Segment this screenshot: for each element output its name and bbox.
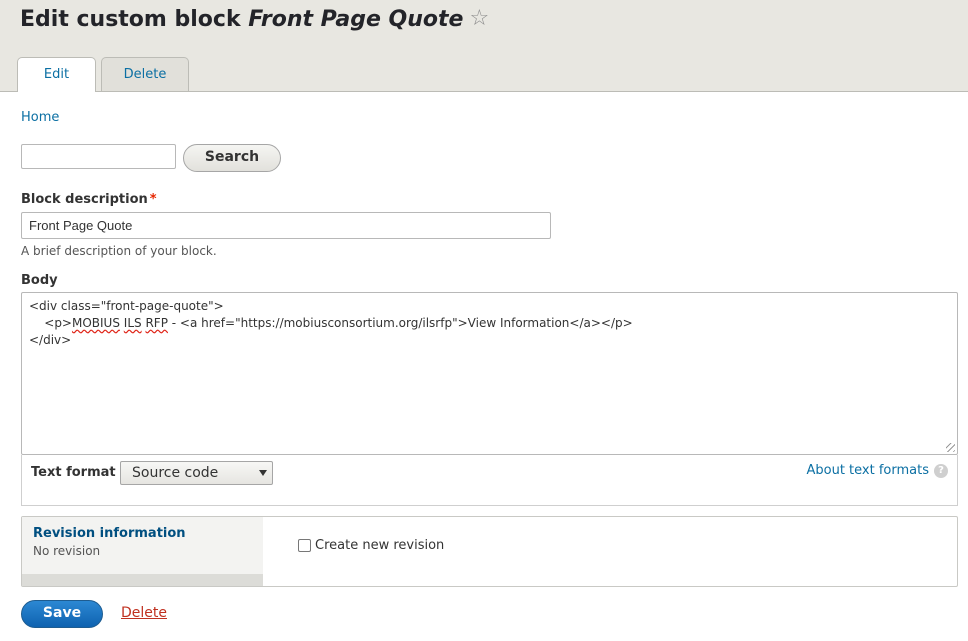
text-format-label: Text format — [31, 465, 116, 480]
create-revision-checkbox[interactable] — [298, 539, 311, 552]
text-format-selected: Source code — [132, 465, 219, 481]
create-revision-label[interactable]: Create new revision — [315, 538, 444, 553]
search-button[interactable]: Search — [183, 144, 281, 172]
tab-edit[interactable]: Edit — [17, 57, 96, 92]
save-button[interactable]: Save — [21, 600, 103, 628]
block-description-help: A brief description of your block. — [21, 244, 217, 258]
revision-information: Revision information No revision Create … — [21, 516, 958, 587]
code-line: <div class="front-page-quote"> — [29, 299, 224, 313]
code-line: <p> — [29, 316, 72, 330]
text-format-wrapper: Text format Source code About text forma… — [21, 455, 958, 506]
vertical-tabs-filler — [22, 574, 263, 586]
tab-delete[interactable]: Delete — [101, 57, 189, 91]
revision-vertical-tab[interactable]: Revision information No revision — [22, 517, 263, 586]
delete-link[interactable]: Delete — [121, 605, 167, 621]
chevron-down-icon — [259, 470, 267, 476]
block-description-label: Block description * — [21, 192, 157, 207]
spellcheck-word: RFP — [145, 316, 168, 330]
required-marker: * — [149, 192, 157, 207]
question-icon[interactable]: ? — [934, 464, 948, 478]
block-description-input[interactable] — [21, 212, 551, 239]
page-title-prefix: Edit custom block — [20, 7, 249, 32]
text-format-select[interactable]: Source code — [120, 461, 273, 485]
spellcheck-word: MOBIUS — [71, 316, 120, 330]
star-icon[interactable]: ☆ — [469, 6, 489, 31]
page-title-block-name: Front Page Quote — [248, 7, 464, 32]
code-line: </div> — [29, 333, 72, 347]
breadcrumb-home[interactable]: Home — [21, 110, 59, 125]
code-text: - <a href="https://mobiusconsortium.org/… — [167, 316, 633, 330]
body-label: Body — [21, 273, 58, 288]
revision-title[interactable]: Revision information — [33, 526, 186, 541]
block-description-label-text: Block description — [21, 192, 148, 207]
revision-summary: No revision — [33, 544, 101, 558]
page-header: Edit custom block Front Page Quote ☆ Edit… — [0, 0, 968, 92]
search-input[interactable] — [21, 144, 176, 169]
page-title: Edit custom block Front Page Quote ☆ — [20, 6, 489, 32]
spellcheck-word: ILS — [123, 316, 142, 330]
about-text-formats-link[interactable]: About text formats — [806, 463, 929, 478]
body-textarea[interactable]: <div class="front-page-quote"> <p>MOBIUS… — [21, 292, 958, 455]
resize-handle[interactable] — [946, 443, 955, 452]
